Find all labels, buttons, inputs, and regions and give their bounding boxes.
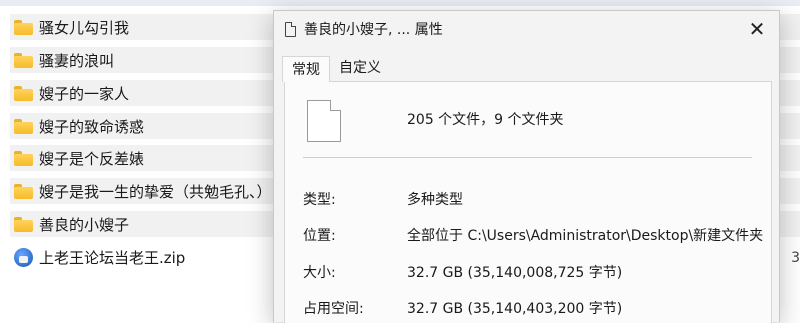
file-name: 嫂子是我一生的挚爱（共勉毛孔、） xyxy=(39,182,272,201)
explorer-header-strip xyxy=(0,0,800,6)
folder-icon xyxy=(14,216,33,232)
file-name: 骚女儿勾引我 xyxy=(39,18,130,37)
general-tab-panel: 205 个文件，9 个文件夹 类型: 多种类型 位置: 全部位于 C:\User… xyxy=(284,81,772,323)
file-name: 善良的小嫂子 xyxy=(39,215,130,234)
property-label: 大小: xyxy=(303,265,336,281)
property-label: 占用空间: xyxy=(303,301,364,317)
property-type: 类型: 多种类型 xyxy=(303,189,773,209)
tab-custom[interactable]: 自定义 xyxy=(330,55,390,81)
tab-general[interactable]: 常规 xyxy=(282,56,330,82)
close-button[interactable]: ✕ xyxy=(743,15,771,43)
dialog-title: 善良的小嫂子, ... 属性 xyxy=(304,22,443,38)
folder-icon xyxy=(14,19,33,35)
tab-strip: 常规 自定义 xyxy=(282,55,390,82)
property-size: 大小: 32.7 GB (35,140,008,725 字节) xyxy=(303,262,773,282)
zip-archive-icon xyxy=(14,247,33,267)
file-name: 嫂子的致命诱惑 xyxy=(39,117,145,136)
file-name: 上老王论坛当老王.zip xyxy=(39,248,186,267)
truncated-column-text: 3 xyxy=(791,250,800,266)
documents-icon xyxy=(307,100,341,142)
document-icon xyxy=(285,21,296,37)
file-folder-summary: 205 个文件，9 个文件夹 xyxy=(407,112,564,128)
file-name: 嫂子是个反差婊 xyxy=(39,149,145,168)
folder-icon xyxy=(14,52,33,68)
file-name: 骚妻的浪叫 xyxy=(39,51,115,70)
property-value: 全部位于 C:\Users\Administrator\Desktop\新建文件… xyxy=(407,228,764,244)
dialog-title-bar[interactable]: 善良的小嫂子, ... 属性 ✕ xyxy=(274,11,779,47)
property-label: 类型: xyxy=(303,192,336,208)
folder-icon xyxy=(14,85,33,101)
property-location: 位置: 全部位于 C:\Users\Administrator\Desktop\… xyxy=(303,225,773,245)
folder-icon xyxy=(14,118,33,134)
properties-dialog: 善良的小嫂子, ... 属性 ✕ 常规 自定义 205 个文件，9 个文件夹 类… xyxy=(273,10,780,323)
folder-icon xyxy=(14,150,33,166)
file-name: 嫂子的一家人 xyxy=(39,84,130,103)
property-value: 32.7 GB (35,140,008,725 字节) xyxy=(407,265,623,281)
property-label: 位置: xyxy=(303,228,336,244)
property-size-on-disk: 占用空间: 32.7 GB (35,140,403,200 字节) xyxy=(303,298,773,318)
property-value: 32.7 GB (35,140,403,200 字节) xyxy=(407,301,623,317)
divider xyxy=(303,157,752,158)
folder-icon xyxy=(14,183,33,199)
property-value: 多种类型 xyxy=(407,192,463,208)
